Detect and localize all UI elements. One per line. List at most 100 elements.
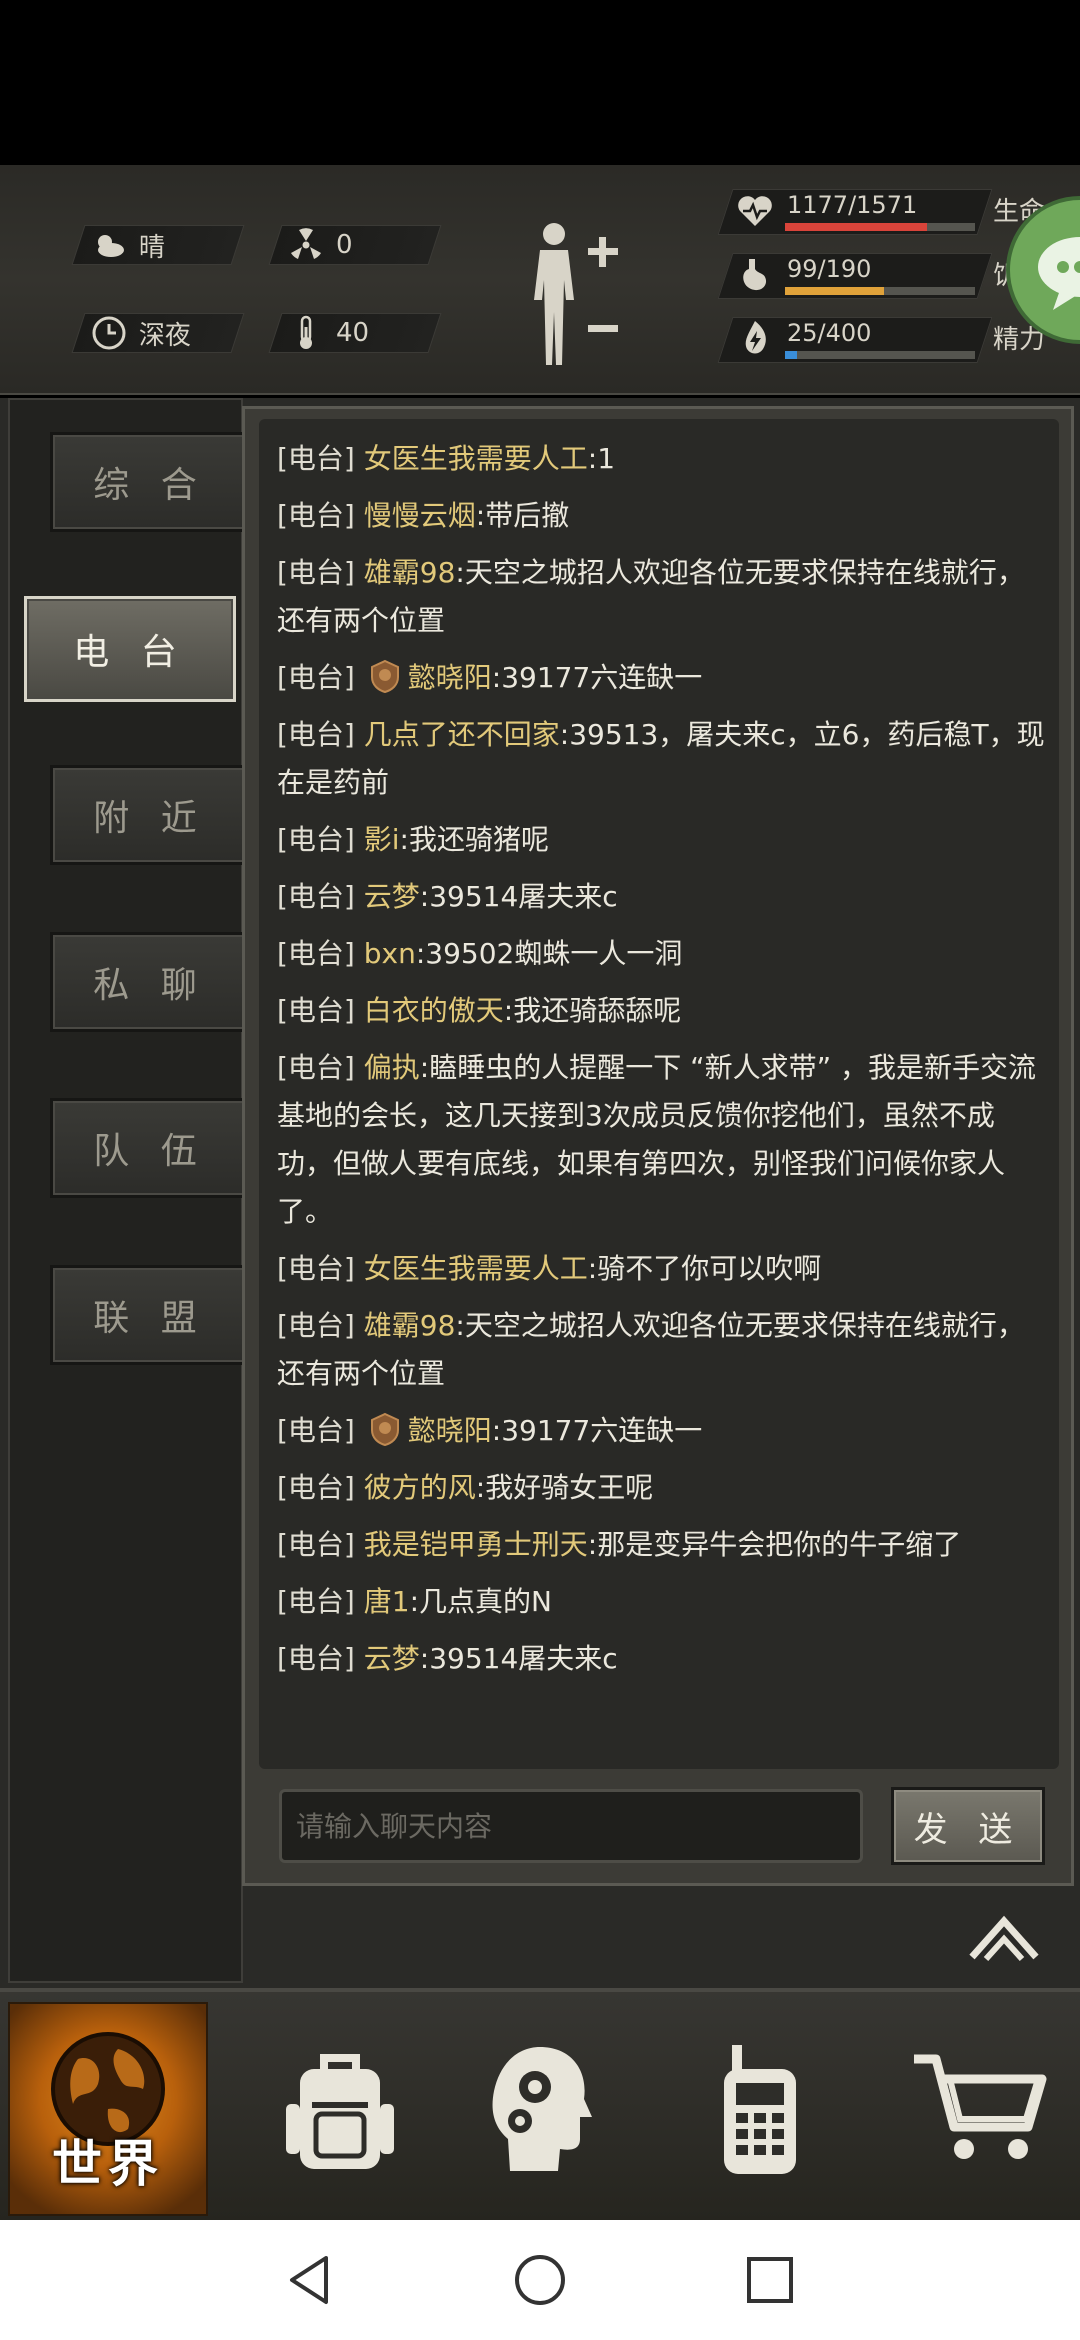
channel-tag: [电台] <box>277 1471 355 1504</box>
chat-message: [电台] 雄霸98:天空之城招人欢迎各位无要求保持在线就行，还有两个位置 <box>277 1302 1045 1398</box>
channel-tag: [电台] <box>277 1528 355 1561</box>
sender-name[interactable]: 云梦 <box>364 1642 420 1675</box>
heart-icon <box>735 191 775 231</box>
sender-name[interactable]: 我是铠甲勇士刑天 <box>364 1528 588 1561</box>
channel-tag: [电台] <box>277 1585 355 1618</box>
message-text: :骑不了你可以吹啊 <box>587 1252 822 1285</box>
sender-name[interactable]: 女医生我需要人工 <box>364 1252 588 1285</box>
sender-name[interactable]: 懿晓阳 <box>408 661 492 694</box>
sender-name[interactable]: 彼方的风 <box>364 1471 476 1504</box>
channel-tag: [电台] <box>277 1051 355 1084</box>
radiation-icon <box>286 227 326 263</box>
message-text: :那是变异牛会把你的牛子缩了 <box>587 1528 962 1561</box>
weather-chip: 晴 <box>71 225 245 265</box>
sender-name[interactable]: 懿晓阳 <box>408 1414 492 1447</box>
message-text: :39177六连缺一 <box>491 1414 703 1447</box>
nav-shop[interactable] <box>880 2002 1080 2216</box>
time-chip: 深夜 <box>71 313 245 353</box>
message-text: :1 <box>587 442 616 475</box>
channel-tag: [电台] <box>277 1252 355 1285</box>
body-figure-icon <box>534 223 618 365</box>
radiation-value: 0 <box>336 230 353 260</box>
tab-team[interactable]: 队 伍 <box>50 1098 250 1198</box>
sender-name[interactable]: 云梦 <box>364 880 420 913</box>
nav-world-label: 世界 <box>52 2135 164 2193</box>
radio-icon <box>724 2045 796 2174</box>
nav-backpack[interactable] <box>240 2002 440 2216</box>
message-text: :39514屠夫来c <box>419 880 618 913</box>
recents-icon[interactable] <box>740 2250 800 2310</box>
chat-message: [电台] 几点了还不回家:39513，屠夫来c，立6，药后稳T，现在是药前 <box>277 711 1045 807</box>
chat-message: [电台] 我是铠甲勇士刑天:那是变异牛会把你的牛子缩了 <box>277 1521 1045 1569</box>
sender-name[interactable]: 几点了还不回家 <box>364 718 560 751</box>
character-body-button[interactable] <box>520 220 630 370</box>
sender-name[interactable]: 雄霸98 <box>364 556 456 589</box>
cart-icon <box>914 2054 1047 2159</box>
health-value: 1177/1571 <box>787 191 918 219</box>
sender-name[interactable]: 唐1 <box>364 1585 410 1618</box>
chat-message: [电台] 雄霸98:天空之城招人欢迎各位无要求保持在线就行，还有两个位置 <box>277 549 1045 645</box>
chat-message: [电台] 唐1:几点真的N <box>277 1578 1045 1626</box>
temperature-chip: 40 <box>268 313 442 353</box>
back-icon[interactable] <box>280 2250 340 2310</box>
health-fill <box>785 223 928 231</box>
channel-tag: [电台] <box>277 718 355 751</box>
tab-radio[interactable]: 电 台 <box>24 596 236 702</box>
nav-radio[interactable] <box>660 2002 860 2216</box>
message-text: :39177六连缺一 <box>491 661 703 694</box>
channel-tabs: 综 合 电 台 附 近 私 聊 队 伍 联 盟 <box>8 398 250 1983</box>
backpack-icon <box>286 2054 394 2169</box>
tab-nearby[interactable]: 附 近 <box>50 765 250 865</box>
tab-general[interactable]: 综 合 <box>50 432 250 532</box>
tab-private[interactable]: 私 聊 <box>50 932 250 1032</box>
chat-panel: [电台] 女医生我需要人工:1 [电台] 慢慢云烟:带后撤 [电台] 雄霸98:天空… <box>242 406 1074 1886</box>
chat-message: [电台] bxn:39502蜘蛛一人一洞 <box>277 930 1045 978</box>
stomach-icon <box>735 255 775 295</box>
player-badge-icon <box>368 1412 402 1447</box>
sender-name[interactable]: 慢慢云烟 <box>364 499 476 532</box>
chat-message: [电台] 彼方的风:我好骑女王呢 <box>277 1464 1045 1512</box>
chat-log[interactable]: [电台] 女医生我需要人工:1 [电台] 慢慢云烟:带后撤 [电台] 雄霸98:天空… <box>259 419 1059 1769</box>
temperature-value: 40 <box>336 318 370 348</box>
message-text: :我好骑女王呢 <box>475 1471 654 1504</box>
chat-message: [电台] 懿晓阳:39177六连缺一 <box>277 1407 1045 1455</box>
sender-name[interactable]: bxn <box>364 937 416 970</box>
channel-tag: [电台] <box>277 442 355 475</box>
message-text: :我还骑舔舔呢 <box>503 994 682 1027</box>
channel-tag: [电台] <box>277 1414 355 1447</box>
radiation-chip: 0 <box>268 225 442 265</box>
chat-message: [电台] 云梦:39514屠夫来c <box>277 1635 1045 1683</box>
chat-message: [电台] 白衣的傲天:我还骑舔舔呢 <box>277 987 1045 1035</box>
sender-name[interactable]: 白衣的傲天 <box>364 994 504 1027</box>
floating-chat-bubble-button[interactable] <box>1005 195 1080 345</box>
home-icon[interactable] <box>510 2250 570 2310</box>
send-button[interactable]: 发 送 <box>891 1787 1045 1865</box>
chat-input[interactable] <box>279 1789 863 1863</box>
chat-message: [电台] 偏执:瞌睡虫的人提醒一下 “新人求带” ，我是新手交流基地的会长，这几… <box>277 1044 1045 1236</box>
channel-tag: [电台] <box>277 880 355 913</box>
nav-skills[interactable] <box>440 2002 640 2216</box>
nav-world[interactable]: 世界 <box>8 2002 208 2216</box>
channel-tag: [电台] <box>277 1309 355 1342</box>
sender-name[interactable]: 女医生我需要人工 <box>364 442 588 475</box>
message-text: :带后撤 <box>475 499 570 532</box>
sender-name[interactable]: 影i <box>364 823 400 856</box>
chat-message: [电台] 懿晓阳:39177六连缺一 <box>277 654 1045 702</box>
chat-message: [电台] 女医生我需要人工:骑不了你可以吹啊 <box>277 1245 1045 1293</box>
chat-screen: 综 合 电 台 附 近 私 聊 队 伍 联 盟 [电台] 女医生我需要人工:1[… <box>0 398 1080 1988</box>
tab-alliance[interactable]: 联 盟 <box>50 1265 250 1365</box>
hunger-fill <box>785 287 884 295</box>
channel-tag: [电台] <box>277 661 355 694</box>
time-of-day-text: 深夜 <box>139 320 192 351</box>
bottom-nav: 世界 <box>0 1988 1080 2220</box>
channel-tag: [电台] <box>277 937 355 970</box>
energy-value: 25/400 <box>787 319 872 347</box>
channel-tag: [电台] <box>277 994 355 1027</box>
collapse-chevron-icon[interactable] <box>968 1913 1040 1963</box>
channel-tag: [电台] <box>277 556 355 589</box>
sender-name[interactable]: 雄霸98 <box>364 1309 456 1342</box>
channel-tag: [电台] <box>277 1642 355 1675</box>
weather-text: 晴 <box>139 232 166 263</box>
chat-message: [电台] 影i:我还骑猪呢 <box>277 816 1045 864</box>
sender-name[interactable]: 偏执 <box>364 1051 420 1084</box>
